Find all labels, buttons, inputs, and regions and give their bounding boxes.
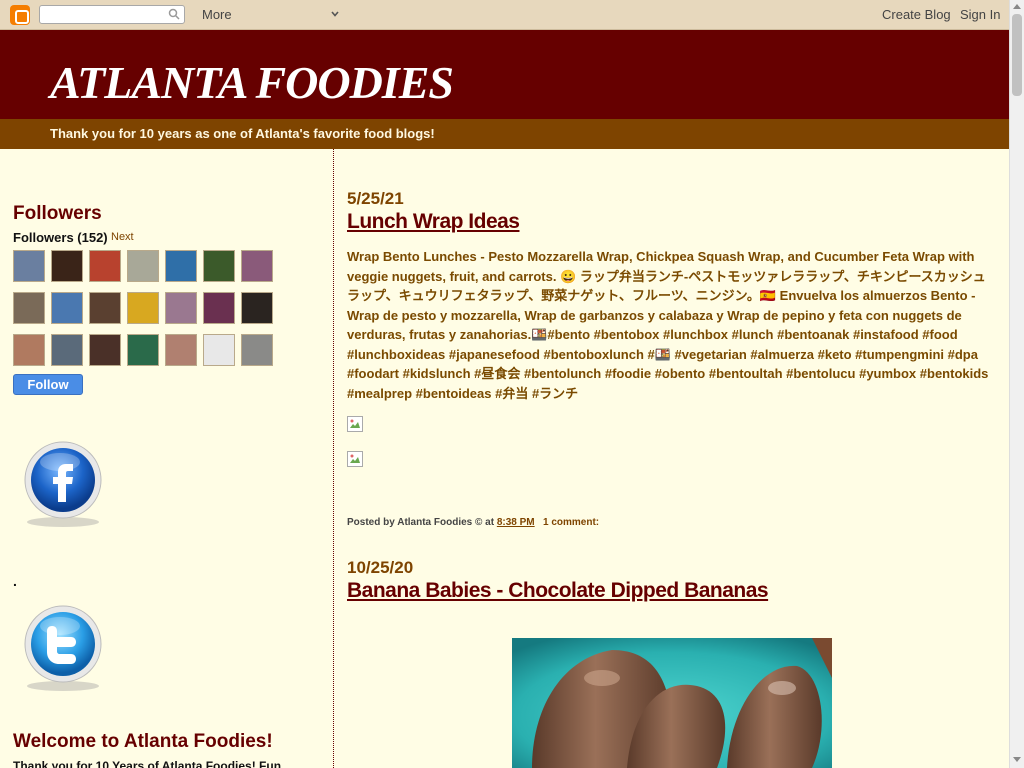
post-title-link[interactable]: Lunch Wrap Ideas [347, 210, 520, 234]
follower-avatar[interactable] [13, 250, 45, 282]
welcome-heading: Welcome to Atlanta Foodies! [13, 731, 273, 752]
blog-header: ATLANTA FOODIES [0, 30, 1009, 119]
post-time-link[interactable]: 8:38 PM [497, 517, 535, 528]
follower-avatar[interactable] [165, 334, 197, 366]
banana-photo [512, 638, 832, 768]
scroll-up-arrow-icon[interactable] [1013, 4, 1021, 9]
welcome-text: Thank you for 10 Years of Atlanta Foodie… [13, 759, 282, 768]
follower-avatar[interactable] [165, 250, 197, 282]
follower-avatar[interactable] [51, 334, 83, 366]
broken-image-icon[interactable] [347, 451, 363, 467]
follower-avatar[interactable] [165, 292, 197, 324]
post-title-link[interactable]: Banana Babies - Chocolate Dipped Bananas [347, 579, 769, 603]
page-scrollbar[interactable] [1009, 0, 1024, 768]
scroll-down-arrow-icon[interactable] [1013, 757, 1021, 762]
follower-avatar[interactable] [13, 334, 45, 366]
more-menu[interactable]: More [202, 7, 232, 22]
followers-count: Followers (152) [13, 230, 108, 245]
post-footer: Posted by Atlanta Foodies © at 8:38 PM 1… [347, 517, 599, 528]
blog-title[interactable]: ATLANTA FOODIES [50, 56, 454, 109]
follower-avatar[interactable] [241, 334, 273, 366]
post-comments-link[interactable]: 1 comment: [543, 517, 599, 528]
followers-next-link[interactable]: Next [111, 231, 134, 243]
description-bar: Thank you for 10 years as one of Atlanta… [0, 119, 1009, 149]
facebook-icon[interactable] [22, 440, 104, 530]
follower-avatar[interactable] [51, 292, 83, 324]
follower-avatar[interactable] [127, 292, 159, 324]
follower-avatar[interactable] [241, 250, 273, 282]
sign-in-link[interactable]: Sign In [960, 7, 1000, 22]
follower-avatar[interactable] [127, 334, 159, 366]
follower-avatar[interactable] [51, 250, 83, 282]
blogger-logo-icon[interactable] [10, 5, 30, 25]
posted-by-label: Posted by [347, 517, 395, 528]
followers-heading: Followers [13, 203, 102, 224]
follower-avatar[interactable] [203, 250, 235, 282]
post-author: Atlanta Foodies © [397, 517, 483, 528]
post-body: Wrap Bento Lunches - Pesto Mozzarella Wr… [347, 249, 989, 401]
sidebar-dot-text: . [13, 573, 17, 589]
scrollbar-thumb[interactable] [1012, 14, 1022, 96]
create-blog-link[interactable]: Create Blog [882, 7, 951, 22]
follower-avatar[interactable] [203, 334, 235, 366]
follower-avatar[interactable] [89, 250, 121, 282]
post-at-label: at [485, 517, 495, 528]
follow-button[interactable]: Follow [13, 374, 83, 395]
follower-avatar[interactable] [241, 292, 273, 324]
follower-avatar[interactable] [127, 250, 159, 282]
follower-avatar[interactable] [203, 292, 235, 324]
sidebar-divider [333, 149, 334, 768]
chevron-down-icon[interactable] [330, 9, 340, 19]
followers-grid [13, 250, 279, 366]
broken-image-icon[interactable] [347, 416, 363, 432]
twitter-icon[interactable] [22, 604, 104, 694]
search-input[interactable] [39, 5, 185, 24]
follower-avatar[interactable] [89, 292, 121, 324]
follower-avatar[interactable] [13, 292, 45, 324]
blog-description: Thank you for 10 years as one of Atlanta… [50, 126, 435, 141]
post-date: 5/25/21 [347, 189, 404, 208]
follower-avatar[interactable] [89, 334, 121, 366]
blogger-navbar: More Create Blog Sign In [0, 0, 1009, 30]
search-icon[interactable] [168, 8, 180, 20]
post-date: 10/25/20 [347, 558, 414, 577]
